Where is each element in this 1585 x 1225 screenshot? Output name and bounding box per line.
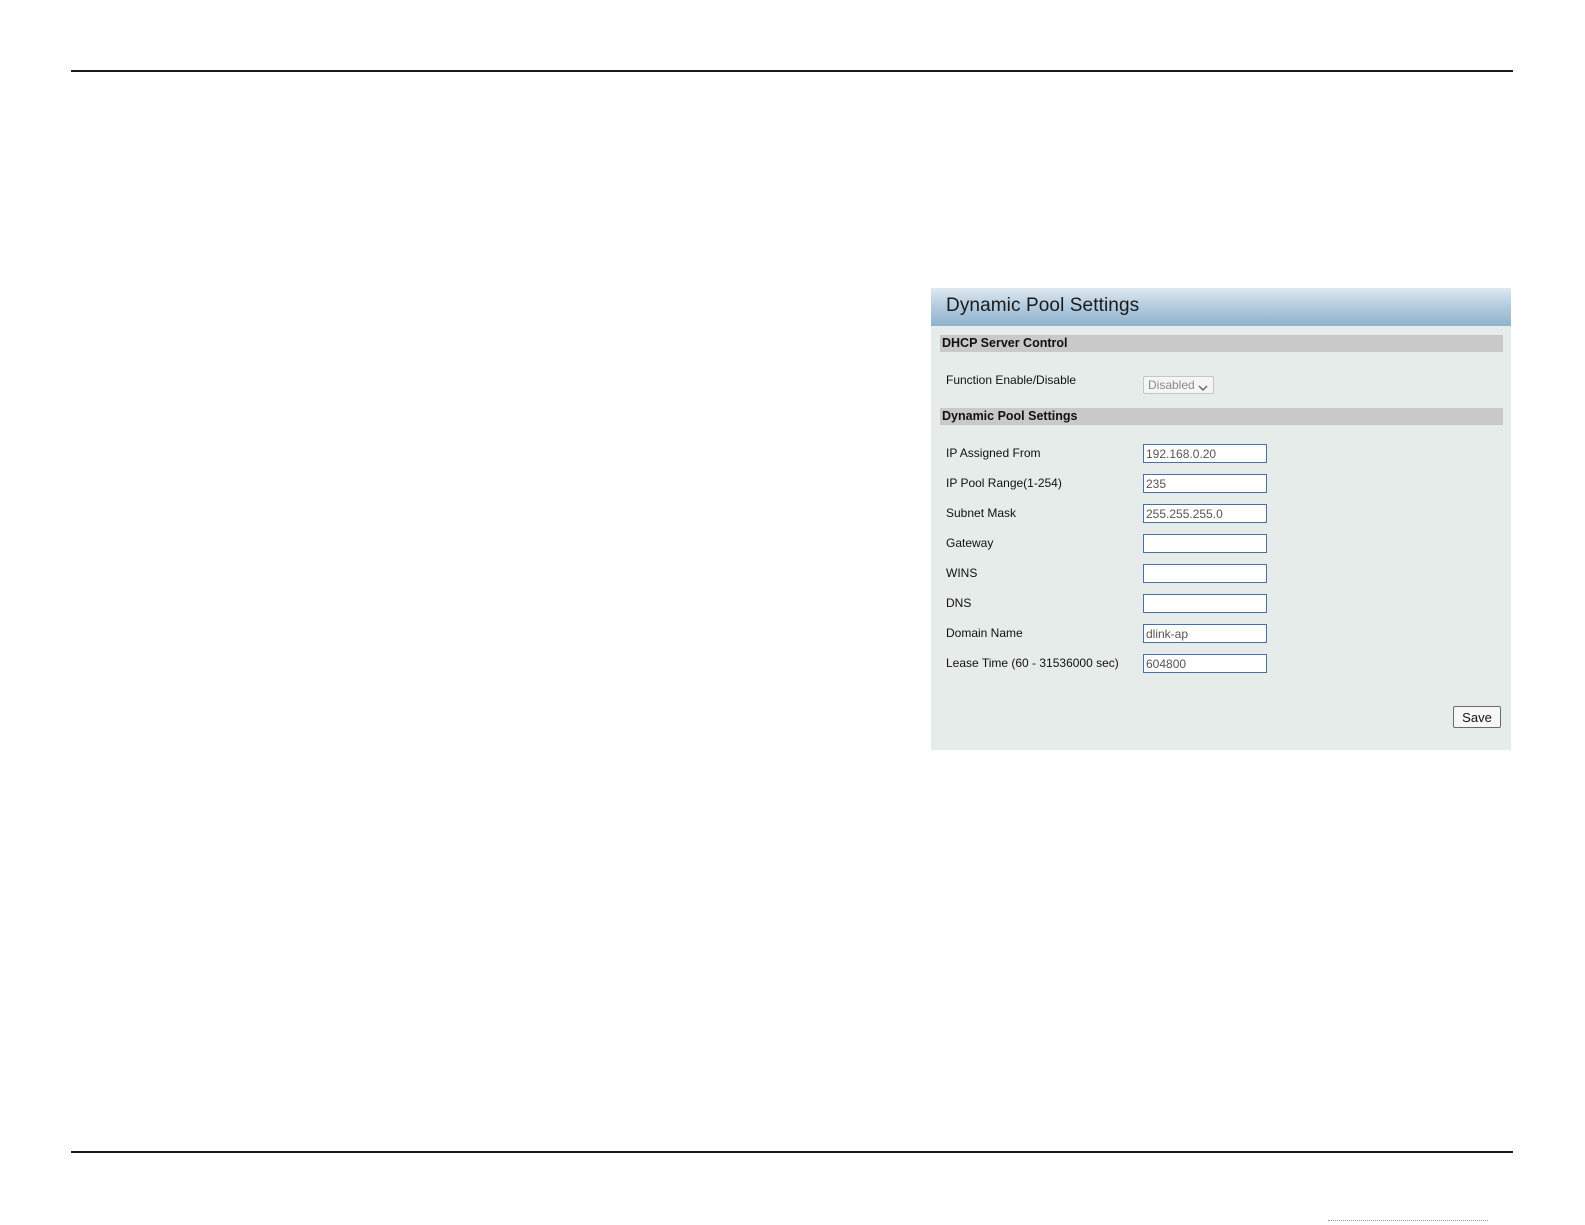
function-enable-value: Disabled: [1148, 378, 1195, 392]
dynamic-pool-settings-panel: Dynamic Pool Settings DHCP Server Contro…: [931, 288, 1511, 750]
dns-input[interactable]: [1143, 594, 1267, 613]
domain-name-label: Domain Name: [946, 626, 1023, 640]
gateway-label: Gateway: [946, 536, 994, 550]
gateway-input[interactable]: [1143, 534, 1267, 553]
dns-label: DNS: [946, 596, 972, 610]
dynamic-pool-settings-heading: Dynamic Pool Settings: [940, 408, 1503, 425]
function-enable-label: Function Enable/Disable: [946, 373, 1077, 387]
function-enable-select[interactable]: Disabled: [1143, 376, 1214, 394]
wins-input[interactable]: [1143, 564, 1267, 583]
wins-label: WINS: [946, 566, 978, 580]
bottom-divider: [71, 1151, 1513, 1153]
lease-time-input[interactable]: [1143, 654, 1267, 673]
top-divider: [71, 70, 1513, 72]
ip-assigned-from-label: IP Assigned From: [946, 446, 1041, 460]
panel-title: Dynamic Pool Settings: [946, 295, 1140, 316]
footer-edge-mark: [1328, 1220, 1488, 1221]
domain-name-input[interactable]: [1143, 624, 1267, 643]
ip-assigned-from-input[interactable]: [1143, 444, 1267, 463]
subnet-mask-label: Subnet Mask: [946, 506, 1017, 520]
ip-pool-range-label: IP Pool Range(1-254): [946, 476, 1062, 490]
chevron-down-icon: [1198, 380, 1208, 396]
dhcp-server-control-heading: DHCP Server Control: [940, 335, 1503, 352]
save-button[interactable]: Save: [1453, 706, 1501, 728]
lease-time-label: Lease Time (60 - 31536000 sec): [946, 656, 1119, 670]
subnet-mask-input[interactable]: [1143, 504, 1267, 523]
panel-header: Dynamic Pool Settings: [931, 288, 1511, 326]
ip-pool-range-input[interactable]: [1143, 474, 1267, 493]
